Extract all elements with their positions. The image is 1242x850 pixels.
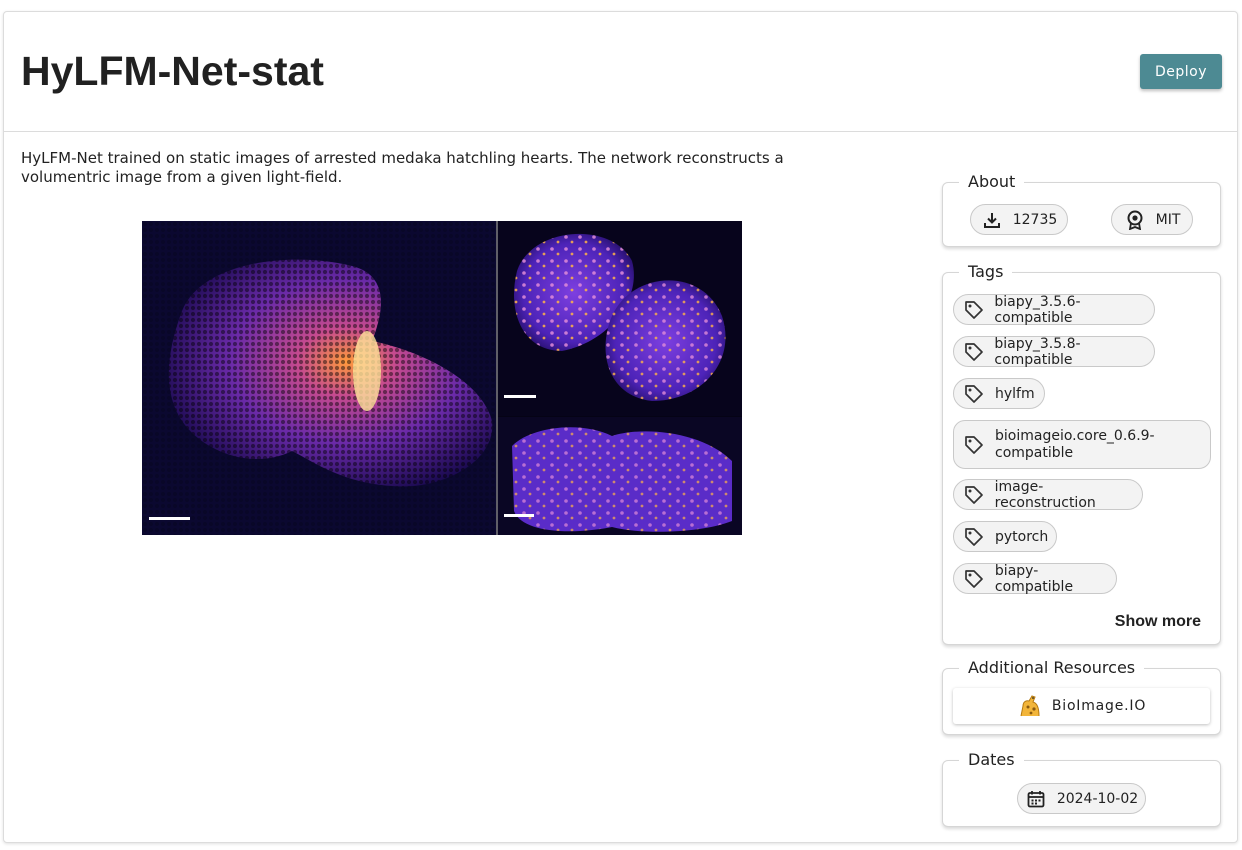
tag-chip[interactable]: hylfm (953, 378, 1045, 409)
tag-label: biapy-compatible (994, 562, 1074, 595)
cover-image (142, 221, 742, 535)
tag-label: bioimageio.core_0.6.9-compatible (995, 427, 1155, 461)
downloads-count: 12735 (1012, 211, 1058, 228)
tag-chip[interactable]: bioimageio.core_0.6.9-compatible (953, 420, 1211, 469)
tags-legend: Tags (959, 262, 1013, 281)
show-more-button[interactable]: Show more (1115, 613, 1201, 631)
date-chip[interactable]: 2024-10-02 (1017, 783, 1146, 814)
resources-section: Additional Resources BioImage.IO (942, 658, 1221, 735)
tag-icon (963, 341, 984, 363)
resources-legend: Additional Resources (959, 658, 1145, 677)
tag-label: pytorch (995, 528, 1049, 545)
calendar-icon (1025, 788, 1047, 810)
tag-label: image-reconstruction (994, 478, 1096, 511)
bioimage-io-label: BioImage.IO (1051, 698, 1147, 714)
tag-label: biapy_3.5.6-compatible (994, 293, 1081, 326)
tag-chip[interactable]: image-reconstruction (953, 478, 1143, 511)
model-card: HyLFM-Net-stat Deploy HyLFM-Net trained … (3, 11, 1238, 843)
tag-label: biapy_3.5.8-compatible (994, 335, 1081, 368)
tag-icon (963, 383, 985, 405)
about-section: About 12735 MIT (942, 172, 1221, 247)
tags-section: Tags biapy_3.5.6-compatible biapy_3.5.8-… (942, 262, 1221, 645)
tag-chip[interactable]: biapy-compatible (953, 562, 1117, 595)
tag-label: hylfm (995, 385, 1035, 402)
downloads-chip[interactable]: 12735 (970, 204, 1068, 235)
tag-chip[interactable]: biapy_3.5.6-compatible (953, 293, 1155, 326)
tag-icon (963, 299, 984, 321)
license-badge-icon (1124, 209, 1146, 231)
deploy-button[interactable]: Deploy (1140, 54, 1222, 89)
tag-icon (963, 484, 985, 506)
tag-icon (963, 434, 985, 456)
model-description: HyLFM-Net trained on static images of ar… (21, 149, 784, 186)
tag-chip[interactable]: pytorch (953, 521, 1057, 552)
tag-chip[interactable]: biapy_3.5.8-compatible (953, 335, 1155, 368)
license-chip[interactable]: MIT (1111, 204, 1193, 235)
tag-icon (963, 568, 985, 590)
license-label: MIT (1155, 211, 1181, 228)
about-legend: About (959, 172, 1025, 191)
page-title: HyLFM-Net-stat (21, 48, 324, 94)
date-label: 2024-10-02 (1056, 790, 1139, 807)
dates-legend: Dates (959, 750, 1024, 769)
dates-section: Dates 2024-10-02 (942, 750, 1221, 827)
bioimage-io-link[interactable]: BioImage.IO (953, 688, 1210, 724)
download-icon (981, 209, 1003, 231)
bioimage-giraffe-icon (1017, 694, 1043, 718)
card-header: HyLFM-Net-stat Deploy (4, 12, 1237, 132)
tag-icon (963, 526, 985, 548)
cover-image-graphic (142, 221, 742, 535)
